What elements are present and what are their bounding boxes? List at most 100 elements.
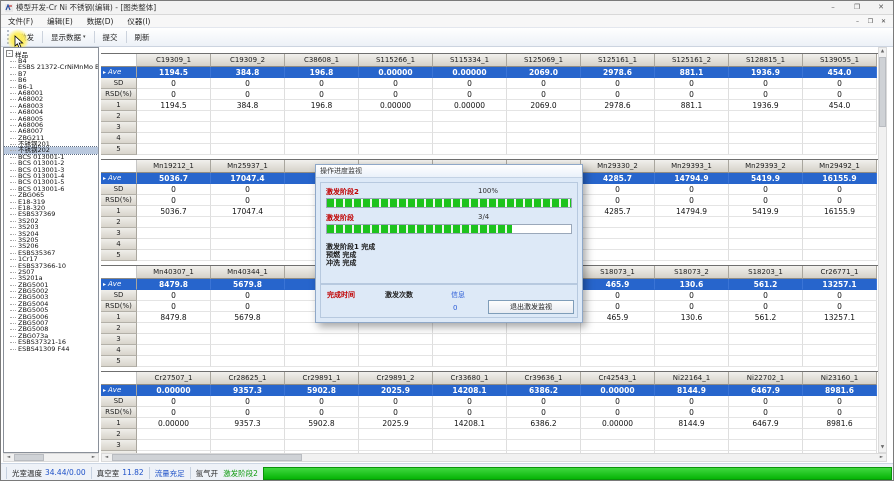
- table-cell[interactable]: 0: [433, 407, 507, 418]
- table-cell[interactable]: [359, 111, 433, 122]
- table-cell[interactable]: 881.1: [655, 67, 729, 78]
- row-header[interactable]: 1: [101, 312, 137, 323]
- table-cell[interactable]: [137, 429, 211, 440]
- table-cell[interactable]: [359, 144, 433, 155]
- table-cell[interactable]: 130.6: [655, 312, 729, 323]
- column-header[interactable]: Mn19212_1: [137, 160, 211, 173]
- table-cell[interactable]: [655, 111, 729, 122]
- table-cell[interactable]: [581, 345, 655, 356]
- table-cell[interactable]: [359, 345, 433, 356]
- table-cell[interactable]: [655, 429, 729, 440]
- table-cell[interactable]: 465.9: [581, 312, 655, 323]
- table-cell[interactable]: [729, 429, 803, 440]
- table-cell[interactable]: [729, 144, 803, 155]
- table-cell[interactable]: [359, 334, 433, 345]
- table-cell[interactable]: [211, 144, 285, 155]
- table-cell[interactable]: 0: [803, 396, 877, 407]
- menu-item[interactable]: 编辑(E): [40, 15, 80, 28]
- table-cell[interactable]: [655, 217, 729, 228]
- table-cell[interactable]: 0: [137, 195, 211, 206]
- exit-monitor-button[interactable]: 退出激发监视: [488, 300, 574, 314]
- table-cell[interactable]: [211, 440, 285, 451]
- table-cell[interactable]: [211, 228, 285, 239]
- table-cell[interactable]: 384.8: [211, 100, 285, 111]
- scroll-up-icon[interactable]: ▲: [878, 48, 887, 56]
- row-header[interactable]: 1: [101, 206, 137, 217]
- table-cell[interactable]: [581, 133, 655, 144]
- column-header[interactable]: S125161_2: [655, 54, 729, 67]
- row-header[interactable]: RSD(%): [101, 195, 137, 206]
- table-cell[interactable]: 5902.8: [285, 418, 359, 429]
- table-cell[interactable]: 0: [729, 89, 803, 100]
- table-cell[interactable]: 0: [211, 396, 285, 407]
- table-cell[interactable]: [137, 111, 211, 122]
- table-cell[interactable]: [729, 239, 803, 250]
- scroll-left-icon[interactable]: ◄: [102, 454, 111, 462]
- table-cell[interactable]: [581, 228, 655, 239]
- table-cell[interactable]: [285, 133, 359, 144]
- table-cell[interactable]: 0: [655, 78, 729, 89]
- table-cell[interactable]: 8479.8: [137, 279, 211, 290]
- column-header[interactable]: Mn29393_1: [655, 160, 729, 173]
- table-cell[interactable]: [803, 144, 877, 155]
- table-cell[interactable]: [211, 217, 285, 228]
- table-cell[interactable]: [433, 345, 507, 356]
- table-cell[interactable]: 0: [655, 184, 729, 195]
- table-cell[interactable]: [137, 144, 211, 155]
- row-header[interactable]: 1: [101, 100, 137, 111]
- table-cell[interactable]: [285, 144, 359, 155]
- table-cell[interactable]: [137, 122, 211, 133]
- column-header[interactable]: S18073_1: [581, 266, 655, 279]
- toolbar-button-excite[interactable]: 激发: [13, 30, 40, 45]
- table-cell[interactable]: 0: [581, 301, 655, 312]
- column-header[interactable]: Ni23160_1: [803, 372, 877, 385]
- scroll-right-icon[interactable]: ►: [89, 454, 98, 462]
- table-cell[interactable]: [137, 323, 211, 334]
- column-header[interactable]: Cr29891_2: [359, 372, 433, 385]
- table-cell[interactable]: [729, 345, 803, 356]
- table-cell[interactable]: 8479.8: [137, 312, 211, 323]
- column-header[interactable]: Mn29393_2: [729, 160, 803, 173]
- table-cell[interactable]: 0: [507, 396, 581, 407]
- table-cell[interactable]: 0: [581, 195, 655, 206]
- table-cell[interactable]: 5419.9: [729, 206, 803, 217]
- table-cell[interactable]: 465.9: [581, 279, 655, 290]
- table-cell[interactable]: [655, 144, 729, 155]
- table-cell[interactable]: 0: [581, 407, 655, 418]
- table-cell[interactable]: 0: [211, 290, 285, 301]
- table-cell[interactable]: [803, 217, 877, 228]
- table-cell[interactable]: [433, 111, 507, 122]
- table-cell[interactable]: 0: [211, 78, 285, 89]
- table-cell[interactable]: [211, 122, 285, 133]
- table-cell[interactable]: 0: [581, 78, 655, 89]
- row-header[interactable]: SD: [101, 184, 137, 195]
- table-cell[interactable]: 0: [803, 89, 877, 100]
- table-cell[interactable]: 0: [137, 396, 211, 407]
- table-cell[interactable]: [285, 356, 359, 367]
- table-cell[interactable]: 0: [655, 89, 729, 100]
- table-cell[interactable]: 1936.9: [729, 67, 803, 78]
- table-cell[interactable]: [581, 440, 655, 451]
- chevron-down-icon[interactable]: ▾: [83, 34, 86, 40]
- table-cell[interactable]: 0: [729, 78, 803, 89]
- table-cell[interactable]: [729, 133, 803, 144]
- table-cell[interactable]: [655, 133, 729, 144]
- table-cell[interactable]: [507, 345, 581, 356]
- table-cell[interactable]: 5036.7: [137, 173, 211, 184]
- table-cell[interactable]: [211, 345, 285, 356]
- table-cell[interactable]: [803, 111, 877, 122]
- table-cell[interactable]: [211, 334, 285, 345]
- table-cell[interactable]: 0.00000: [433, 67, 507, 78]
- table-cell[interactable]: [285, 440, 359, 451]
- dialog-title-bar[interactable]: 操作进度监视: [316, 165, 582, 178]
- table-cell[interactable]: 0: [285, 78, 359, 89]
- table-cell[interactable]: 8981.6: [803, 385, 877, 396]
- column-header[interactable]: S125069_1: [507, 54, 581, 67]
- row-header[interactable]: 5: [101, 356, 137, 367]
- table-cell[interactable]: 0: [359, 89, 433, 100]
- table-cell[interactable]: 0: [803, 78, 877, 89]
- row-header[interactable]: 1: [101, 418, 137, 429]
- table-cell[interactable]: 0.00000: [581, 385, 655, 396]
- table-cell[interactable]: [433, 144, 507, 155]
- table-cell[interactable]: 0: [729, 301, 803, 312]
